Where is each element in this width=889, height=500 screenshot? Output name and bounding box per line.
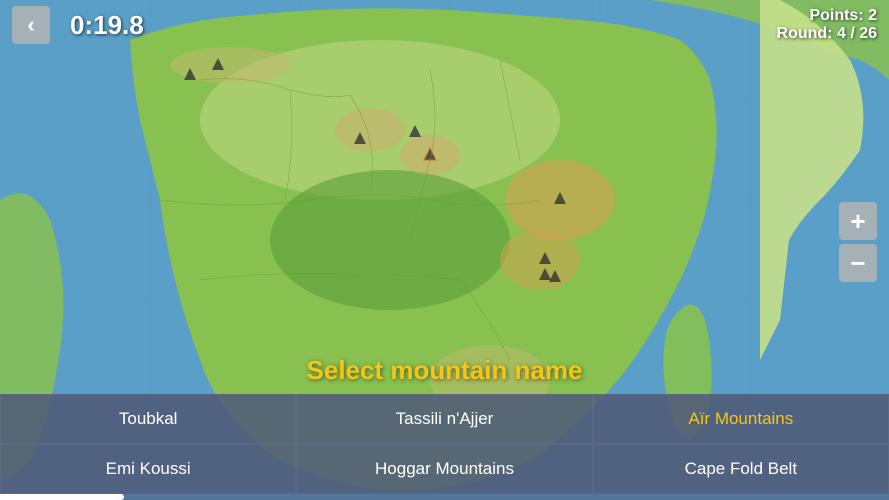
bottom-panel: Select mountain name Toubkal Tassili n'A… <box>0 349 889 500</box>
answer-button-air[interactable]: Aïr Mountains <box>593 394 889 444</box>
answer-button-tassili[interactable]: Tassili n'Ajjer <box>296 394 592 444</box>
back-icon: ‹ <box>27 12 34 38</box>
answer-grid: Toubkal Tassili n'Ajjer Aïr Mountains Em… <box>0 394 889 494</box>
answer-button-emi[interactable]: Emi Koussi <box>0 444 296 494</box>
zoom-out-button[interactable]: − <box>839 244 877 282</box>
zoom-in-button[interactable]: + <box>839 202 877 240</box>
top-bar: ‹ 0:19.8 Points: 2 Round: 4 / 26 <box>0 0 889 50</box>
question-text: Select mountain name <box>0 355 889 386</box>
map-container: ‹ 0:19.8 Points: 2 Round: 4 / 26 + − Sel… <box>0 0 889 500</box>
round-display: Round: 4 / 26 <box>777 25 877 43</box>
answer-button-toubkal[interactable]: Toubkal <box>0 394 296 444</box>
answer-button-cape[interactable]: Cape Fold Belt <box>593 444 889 494</box>
points-display: Points: 2 <box>777 7 877 25</box>
answer-button-hoggar[interactable]: Hoggar Mountains <box>296 444 592 494</box>
back-button[interactable]: ‹ <box>12 6 50 44</box>
progress-bar-container <box>0 494 889 500</box>
progress-bar <box>0 494 124 500</box>
score-area: Points: 2 Round: 4 / 26 <box>777 7 877 43</box>
zoom-controls: + − <box>839 202 877 282</box>
timer-display: 0:19.8 <box>70 10 144 41</box>
